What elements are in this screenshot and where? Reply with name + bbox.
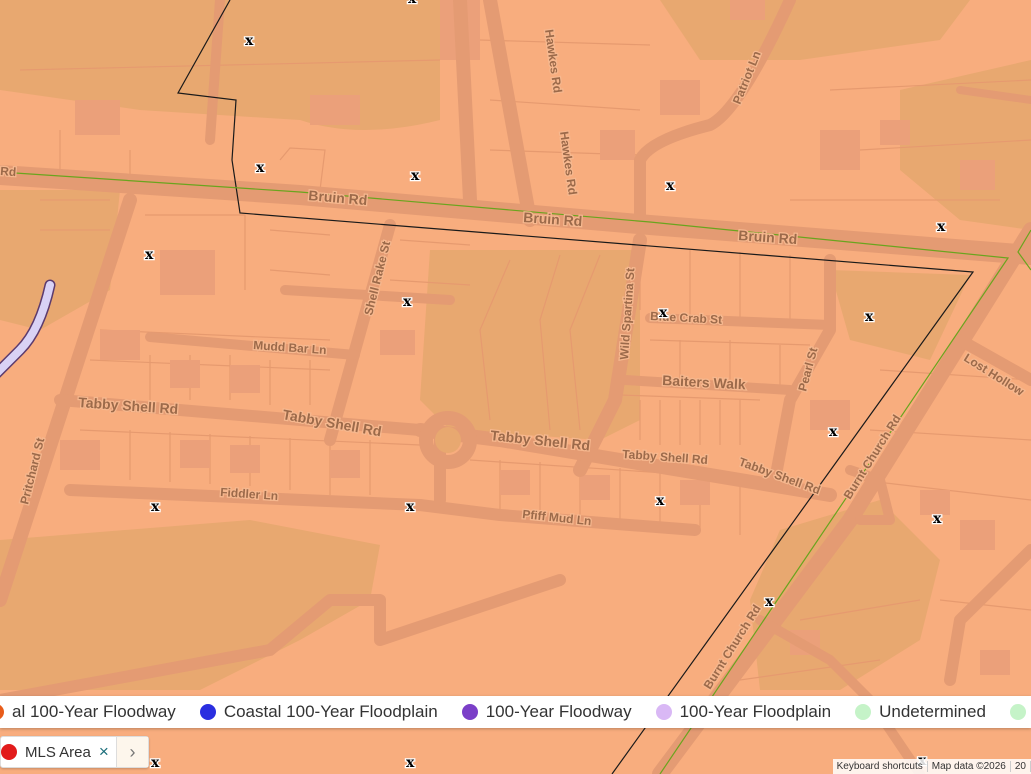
keyboard-shortcuts-link[interactable]: Keyboard shortcuts [833,761,928,772]
marker-x[interactable]: x [150,754,162,773]
marker-x[interactable]: x [828,423,840,442]
marker-x[interactable]: x [764,593,776,612]
mls-area-label: MLS Area [25,743,91,761]
chevron-right-icon[interactable]: › [116,737,148,767]
marker-x[interactable]: x [244,32,256,51]
marker-x[interactable]: x [665,177,677,196]
marker-x[interactable]: x [410,167,422,186]
marker-x[interactable]: x [407,0,419,8]
marker-x[interactable]: x [405,754,417,773]
legend-label: 100-Year Floodplain [679,702,832,721]
legend-label: Undetermined [879,702,986,721]
roundabout-center [435,427,461,453]
marker-x[interactable]: x [658,304,670,323]
legend-label: al 100-Year Floodway [12,702,176,721]
marker-x[interactable]: x [864,308,876,327]
legend-item-undetermined[interactable]: Undetermined [855,702,986,722]
legend-dot [655,704,672,720]
marker-x[interactable]: x [255,159,267,178]
legend-item-floodplain[interactable]: 100-Year Floodplain [655,702,832,722]
map-attribution: Keyboard shortcuts Map data ©2026 20 [832,759,1031,774]
close-icon[interactable]: × [99,742,109,762]
legend-item-coastal-floodway[interactable]: al 100-Year Floodway [0,702,176,722]
attribution-extra: 20 [1011,761,1031,772]
flood-legend: al 100-Year Floodway Coastal 100-Year Fl… [0,696,1031,728]
marker-x[interactable]: x [932,510,944,529]
legend-item-coastal-floodplain[interactable]: Coastal 100-Year Floodplain [199,702,438,722]
marker-x[interactable]: x [150,498,162,517]
street-label: Rd [0,164,17,179]
marker-x[interactable]: x [144,246,156,265]
legend-item-floodway[interactable]: 100-Year Floodway [461,702,632,722]
legend-item-cutoff[interactable] [1009,704,1031,720]
legend-dot [461,704,478,720]
legend-label: 100-Year Floodway [485,702,632,721]
marker-x[interactable]: x [936,218,948,237]
mls-area-filter-chip[interactable]: MLS Area × › [0,736,149,768]
legend-dot [1009,704,1026,720]
legend-dot [855,704,872,720]
legend-dot [199,704,216,720]
mls-area-dot [1,744,17,760]
map-data-credit: Map data ©2026 [928,761,1011,772]
marker-x[interactable]: x [402,293,414,312]
marker-x[interactable]: x [655,492,667,511]
legend-label: Coastal 100-Year Floodplain [223,702,438,721]
map-canvas[interactable]: Bruin Rd Bruin Rd Bruin Rd Hawkes Rd Haw… [0,0,1031,774]
marker-x[interactable]: x [405,498,417,517]
legend-dot [0,704,4,720]
